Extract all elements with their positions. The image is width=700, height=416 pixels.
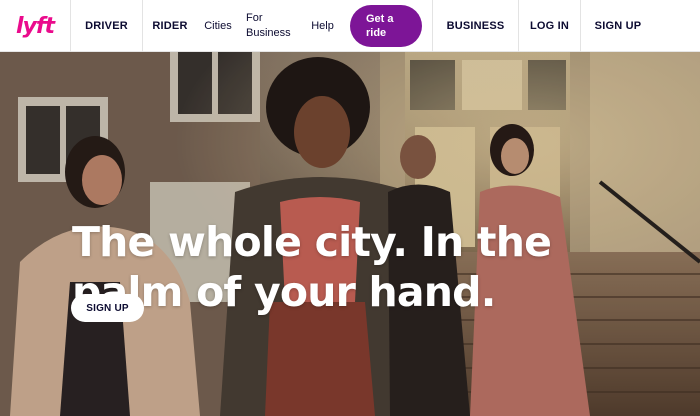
get-a-ride-button[interactable]: Get a ride	[350, 5, 422, 47]
nav-signup-link[interactable]: SIGN UP	[580, 0, 655, 52]
nav-rider-link[interactable]: RIDER	[142, 0, 197, 52]
nav-driver-link[interactable]: DRIVER	[70, 0, 142, 52]
hero-sign-up-button[interactable]: SIGN UP	[71, 294, 144, 322]
nav-business-link[interactable]: BUSINESS	[432, 0, 518, 52]
nav-cities-link[interactable]: Cities	[197, 0, 239, 52]
lyft-logo-text: lyft	[16, 13, 55, 39]
top-navigation-bar: lyft DRIVER RIDER Cities For Business He…	[0, 0, 700, 52]
hero-section: The whole city. In the palm of your hand…	[0, 52, 700, 416]
lyft-logo[interactable]: lyft	[0, 0, 70, 52]
hero-headline-line-1: The whole city. In the	[72, 218, 552, 266]
nav-for-business-link[interactable]: For Business	[239, 0, 297, 52]
nav-login-link[interactable]: LOG IN	[518, 0, 580, 52]
nav-help-link[interactable]: Help	[297, 0, 348, 52]
hero-headline: The whole city. In the palm of your hand…	[72, 217, 552, 317]
